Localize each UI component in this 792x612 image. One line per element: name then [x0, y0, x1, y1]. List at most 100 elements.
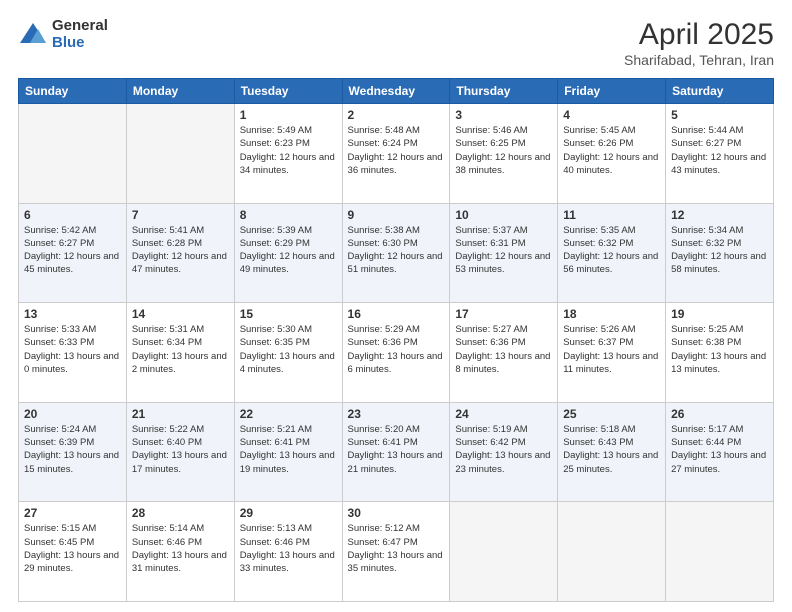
table-row — [558, 502, 666, 602]
col-sunday: Sunday — [19, 79, 127, 104]
day-info: Sunrise: 5:49 AM Sunset: 6:23 PM Dayligh… — [240, 124, 337, 177]
table-row: 7Sunrise: 5:41 AM Sunset: 6:28 PM Daylig… — [126, 203, 234, 303]
day-info: Sunrise: 5:35 AM Sunset: 6:32 PM Dayligh… — [563, 224, 660, 277]
day-number: 22 — [240, 407, 337, 421]
day-number: 13 — [24, 307, 121, 321]
day-number: 27 — [24, 506, 121, 520]
day-info: Sunrise: 5:29 AM Sunset: 6:36 PM Dayligh… — [348, 323, 445, 376]
table-row: 24Sunrise: 5:19 AM Sunset: 6:42 PM Dayli… — [450, 402, 558, 502]
table-row: 30Sunrise: 5:12 AM Sunset: 6:47 PM Dayli… — [342, 502, 450, 602]
day-number: 12 — [671, 208, 768, 222]
day-number: 8 — [240, 208, 337, 222]
day-info: Sunrise: 5:22 AM Sunset: 6:40 PM Dayligh… — [132, 423, 229, 476]
day-info: Sunrise: 5:34 AM Sunset: 6:32 PM Dayligh… — [671, 224, 768, 277]
day-number: 4 — [563, 108, 660, 122]
day-info: Sunrise: 5:45 AM Sunset: 6:26 PM Dayligh… — [563, 124, 660, 177]
logo-general-text: General — [52, 18, 108, 35]
table-row: 11 Sunrise: 5:35 AM Sunset: 6:32 PM Dayli… — [558, 203, 666, 303]
calendar-table: Sunday Monday Tuesday Wednesday Thursday… — [18, 78, 774, 602]
day-info: Sunrise: 5:14 AM Sunset: 6:46 PM Dayligh… — [132, 522, 229, 575]
day-info: Sunrise: 5:46 AM Sunset: 6:25 PM Dayligh… — [455, 124, 552, 177]
day-number: 20 — [24, 407, 121, 421]
table-row: 22 Sunrise: 5:21 AM Sunset: 6:41 PM Dayli… — [234, 402, 342, 502]
day-info: Sunrise: 5:12 AM Sunset: 6:47 PM Dayligh… — [348, 522, 445, 575]
table-row: 20 Sunrise: 5:24 AM Sunset: 6:39 PM Dayli… — [19, 402, 127, 502]
col-friday: Friday — [558, 79, 666, 104]
day-number: 21 — [132, 407, 229, 421]
calendar-row: 27 Sunrise: 5:15 AM Sunset: 6:45 PM Dayli… — [19, 502, 774, 602]
day-number: 16 — [348, 307, 445, 321]
table-row: 16 Sunrise: 5:29 AM Sunset: 6:36 PM Dayli… — [342, 303, 450, 403]
table-row: 13 Sunrise: 5:33 AM Sunset: 6:33 PM Dayli… — [19, 303, 127, 403]
calendar-row: 6Sunrise: 5:42 AM Sunset: 6:27 PM Daylig… — [19, 203, 774, 303]
day-info: Sunrise: 5:18 AM Sunset: 6:43 PM Dayligh… — [563, 423, 660, 476]
day-info: Sunrise: 5:41 AM Sunset: 6:28 PM Dayligh… — [132, 224, 229, 277]
table-row — [126, 104, 234, 204]
calendar-row: 13 Sunrise: 5:33 AM Sunset: 6:33 PM Dayli… — [19, 303, 774, 403]
day-info: Sunrise: 5:24 AM Sunset: 6:39 PM Dayligh… — [24, 423, 121, 476]
col-thursday: Thursday — [450, 79, 558, 104]
header: General Blue April 2025 Sharifabad, Tehr… — [18, 18, 774, 68]
table-row: 1 Sunrise: 5:49 AM Sunset: 6:23 PM Daylig… — [234, 104, 342, 204]
day-number: 1 — [240, 108, 337, 122]
day-info: Sunrise: 5:48 AM Sunset: 6:24 PM Dayligh… — [348, 124, 445, 177]
calendar-row: 20 Sunrise: 5:24 AM Sunset: 6:39 PM Dayli… — [19, 402, 774, 502]
day-info: Sunrise: 5:17 AM Sunset: 6:44 PM Dayligh… — [671, 423, 768, 476]
table-row: 18 Sunrise: 5:26 AM Sunset: 6:37 PM Dayli… — [558, 303, 666, 403]
day-number: 17 — [455, 307, 552, 321]
table-row: 26 Sunrise: 5:17 AM Sunset: 6:44 PM Dayli… — [666, 402, 774, 502]
calendar-title: April 2025 — [624, 18, 774, 52]
table-row — [450, 502, 558, 602]
table-row: 9Sunrise: 5:38 AM Sunset: 6:30 PM Daylig… — [342, 203, 450, 303]
day-number: 11 — [563, 208, 660, 222]
col-monday: Monday — [126, 79, 234, 104]
day-number: 25 — [563, 407, 660, 421]
day-info: Sunrise: 5:27 AM Sunset: 6:36 PM Dayligh… — [455, 323, 552, 376]
day-info: Sunrise: 5:31 AM Sunset: 6:34 PM Dayligh… — [132, 323, 229, 376]
day-info: Sunrise: 5:13 AM Sunset: 6:46 PM Dayligh… — [240, 522, 337, 575]
day-number: 3 — [455, 108, 552, 122]
table-row: 5 Sunrise: 5:44 AM Sunset: 6:27 PM Daylig… — [666, 104, 774, 204]
day-info: Sunrise: 5:25 AM Sunset: 6:38 PM Dayligh… — [671, 323, 768, 376]
day-info: Sunrise: 5:44 AM Sunset: 6:27 PM Dayligh… — [671, 124, 768, 177]
table-row: 27 Sunrise: 5:15 AM Sunset: 6:45 PM Dayli… — [19, 502, 127, 602]
table-row: 14 Sunrise: 5:31 AM Sunset: 6:34 PM Dayli… — [126, 303, 234, 403]
page: General Blue April 2025 Sharifabad, Tehr… — [0, 0, 792, 612]
logo-icon — [18, 21, 48, 49]
table-row: 28Sunrise: 5:14 AM Sunset: 6:46 PM Dayli… — [126, 502, 234, 602]
table-row: 19 Sunrise: 5:25 AM Sunset: 6:38 PM Dayli… — [666, 303, 774, 403]
day-number: 26 — [671, 407, 768, 421]
day-info: Sunrise: 5:30 AM Sunset: 6:35 PM Dayligh… — [240, 323, 337, 376]
day-number: 14 — [132, 307, 229, 321]
day-info: Sunrise: 5:15 AM Sunset: 6:45 PM Dayligh… — [24, 522, 121, 575]
table-row: 3 Sunrise: 5:46 AM Sunset: 6:25 PM Daylig… — [450, 104, 558, 204]
table-row: 21 Sunrise: 5:22 AM Sunset: 6:40 PM Dayli… — [126, 402, 234, 502]
col-tuesday: Tuesday — [234, 79, 342, 104]
logo-blue-text: Blue — [52, 35, 108, 52]
title-block: April 2025 Sharifabad, Tehran, Iran — [624, 18, 774, 68]
day-number: 10 — [455, 208, 552, 222]
table-row: 29Sunrise: 5:13 AM Sunset: 6:46 PM Dayli… — [234, 502, 342, 602]
day-number: 6 — [24, 208, 121, 222]
day-number: 23 — [348, 407, 445, 421]
table-row: 25 Sunrise: 5:18 AM Sunset: 6:43 PM Dayli… — [558, 402, 666, 502]
table-row: 8 Sunrise: 5:39 AM Sunset: 6:29 PM Daylig… — [234, 203, 342, 303]
day-info: Sunrise: 5:20 AM Sunset: 6:41 PM Dayligh… — [348, 423, 445, 476]
col-saturday: Saturday — [666, 79, 774, 104]
day-number: 19 — [671, 307, 768, 321]
table-row: 10Sunrise: 5:37 AM Sunset: 6:31 PM Dayli… — [450, 203, 558, 303]
table-row: 23 Sunrise: 5:20 AM Sunset: 6:41 PM Dayli… — [342, 402, 450, 502]
day-info: Sunrise: 5:33 AM Sunset: 6:33 PM Dayligh… — [24, 323, 121, 376]
table-row: 6Sunrise: 5:42 AM Sunset: 6:27 PM Daylig… — [19, 203, 127, 303]
day-info: Sunrise: 5:39 AM Sunset: 6:29 PM Dayligh… — [240, 224, 337, 277]
table-row: 17 Sunrise: 5:27 AM Sunset: 6:36 PM Dayli… — [450, 303, 558, 403]
day-number: 5 — [671, 108, 768, 122]
day-number: 18 — [563, 307, 660, 321]
day-info: Sunrise: 5:26 AM Sunset: 6:37 PM Dayligh… — [563, 323, 660, 376]
day-number: 15 — [240, 307, 337, 321]
logo: General Blue — [18, 18, 108, 51]
day-info: Sunrise: 5:19 AM Sunset: 6:42 PM Dayligh… — [455, 423, 552, 476]
day-info: Sunrise: 5:21 AM Sunset: 6:41 PM Dayligh… — [240, 423, 337, 476]
col-wednesday: Wednesday — [342, 79, 450, 104]
table-row — [666, 502, 774, 602]
